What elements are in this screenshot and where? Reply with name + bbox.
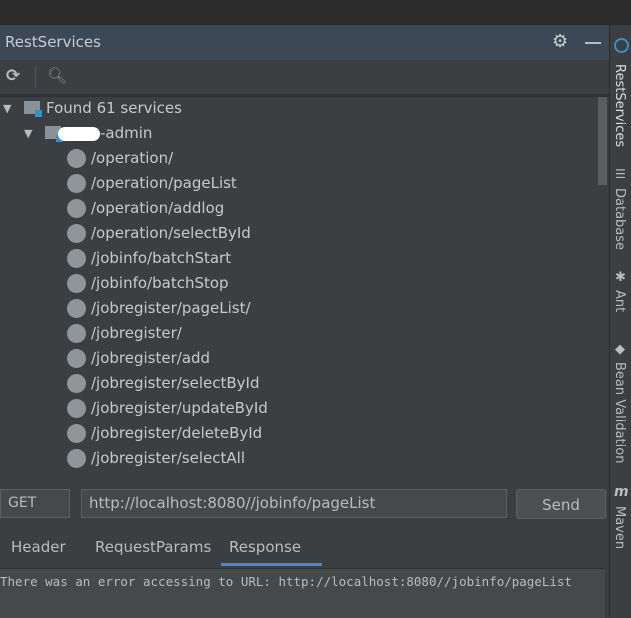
endpoint-label: /jobregister/pageList/ — [91, 299, 251, 317]
endpoint-icon — [67, 349, 86, 368]
bean-validation-icon: ◆ — [615, 342, 625, 357]
endpoint-icon — [67, 449, 86, 468]
sidebar-tab-database[interactable]: Database — [612, 188, 627, 250]
endpoint-label: /jobregister/selectById — [91, 374, 260, 392]
endpoint-icon — [67, 324, 86, 343]
endpoint-icon — [67, 299, 86, 318]
module-label: -admin — [100, 124, 153, 142]
endpoint-icon — [67, 374, 86, 393]
tree-item[interactable]: /jobregister/selectAll — [0, 446, 597, 471]
tree-item[interactable]: /jobregister/ — [0, 321, 597, 346]
maven-icon: m — [614, 484, 629, 500]
url-input[interactable]: http://localhost:8080//jobinfo/pageList — [81, 489, 507, 518]
tree-item[interactable]: /operation/addlog — [0, 196, 597, 221]
tree-item[interactable]: /jobregister/deleteById — [0, 421, 597, 446]
endpoint-label: /jobregister/ — [91, 324, 182, 342]
search-icon[interactable]: 🔍︎ — [47, 66, 67, 85]
window-top-strip — [0, 0, 631, 26]
tree-item[interactable]: /jobregister/selectById — [0, 371, 597, 396]
ant-icon: ✱ — [615, 270, 626, 285]
endpoint-icon — [67, 424, 86, 443]
endpoint-label: /operation/selectById — [91, 224, 251, 242]
folder-icon — [24, 101, 42, 117]
http-method-select[interactable]: GET — [0, 489, 70, 518]
tree-item[interactable]: /jobregister/add — [0, 346, 597, 371]
endpoint-icon — [67, 274, 86, 293]
tab-response[interactable]: Response — [221, 532, 322, 566]
endpoint-label: /operation/pageList — [91, 174, 237, 192]
restservices-logo-icon — [614, 38, 629, 53]
send-button[interactable]: Send — [516, 489, 606, 519]
endpoint-icon — [67, 249, 86, 268]
toolbar — [0, 61, 609, 97]
toolbar-divider — [35, 66, 36, 88]
tree-item[interactable]: /operation/selectById — [0, 221, 597, 246]
endpoint-label: /jobregister/selectAll — [91, 449, 245, 467]
tree-item[interactable]: /jobregister/pageList/ — [0, 296, 597, 321]
endpoint-label: /operation/ — [91, 149, 174, 167]
endpoint-icon — [67, 174, 86, 193]
endpoint-icon — [67, 199, 86, 218]
endpoint-icon — [67, 149, 86, 168]
endpoint-label: /jobinfo/batchStart — [91, 249, 232, 267]
database-icon: ☰ — [615, 167, 626, 181]
endpoint-label: /jobregister/updateById — [91, 399, 268, 417]
sidebar-tab-ant[interactable]: Ant — [612, 290, 627, 312]
tree-item[interactable]: /operation/ — [0, 146, 597, 171]
tool-window-title: RestServices — [5, 33, 101, 51]
tree-root-label: Found 61 services — [46, 99, 182, 117]
expand-arrow-icon[interactable]: ▼ — [3, 96, 11, 121]
expand-arrow-icon[interactable]: ▼ — [24, 121, 32, 146]
gear-icon[interactable]: ⚙ — [552, 31, 568, 52]
endpoint-icon — [67, 224, 86, 243]
tree-item[interactable]: /jobinfo/batchStop — [0, 271, 597, 296]
sidebar-tab-maven[interactable]: Maven — [612, 506, 627, 549]
scrollbar-thumb[interactable] — [598, 97, 607, 185]
tree-item[interactable]: /jobinfo/batchStart — [0, 246, 597, 271]
endpoint-label: /operation/addlog — [91, 199, 225, 217]
minimize-icon[interactable] — [585, 42, 601, 44]
response-text: There was an error accessing to URL: htt… — [0, 574, 572, 589]
refresh-icon[interactable]: ⟳ — [6, 66, 20, 86]
endpoint-label: /jobregister/deleteById — [91, 424, 263, 442]
sidebar-tab-restservices[interactable]: RestServices — [612, 64, 627, 147]
tab-header[interactable]: Header — [3, 532, 74, 566]
tree-root[interactable]: ▼ Found 61 services — [0, 96, 597, 121]
redacted-blob — [58, 127, 100, 141]
sidebar-tab-bean-validation[interactable]: Bean Validation — [612, 362, 627, 463]
endpoint-label: /jobregister/add — [91, 349, 211, 367]
tree-item[interactable]: /operation/pageList — [0, 171, 597, 196]
endpoint-icon — [67, 399, 86, 418]
tree-item[interactable]: /jobregister/updateById — [0, 396, 597, 421]
tab-request-params[interactable]: RequestParams — [87, 532, 219, 566]
endpoint-label: /jobinfo/batchStop — [91, 274, 229, 292]
tree-module[interactable]: ▼ -admin — [0, 121, 597, 146]
